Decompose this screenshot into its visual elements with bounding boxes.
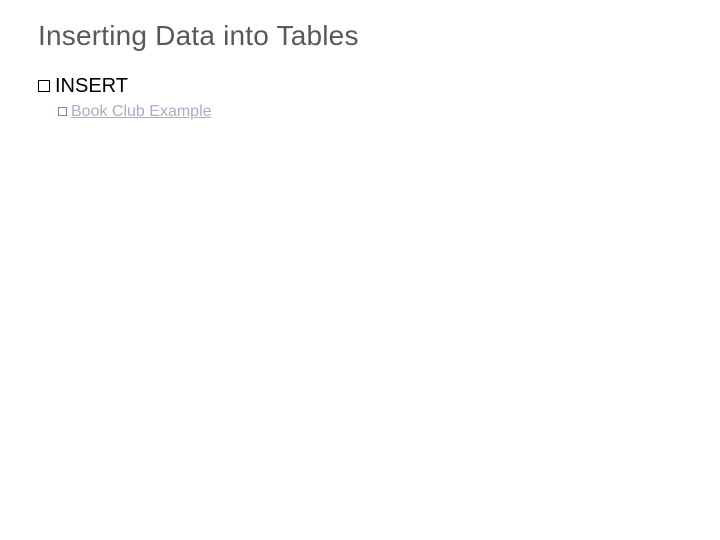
- bullet-level1: INSERT: [38, 75, 128, 98]
- square-bullet-icon: [58, 107, 67, 116]
- slide-title: Inserting Data into Tables: [38, 20, 359, 52]
- book-club-example-link[interactable]: Book Club Example: [71, 103, 212, 120]
- square-bullet-icon: [38, 80, 50, 92]
- bullet-level1-label: INSERT: [55, 75, 128, 97]
- bullet-level2: Book Club Example: [58, 103, 212, 121]
- slide: Inserting Data into Tables INSERT Book C…: [0, 0, 720, 540]
